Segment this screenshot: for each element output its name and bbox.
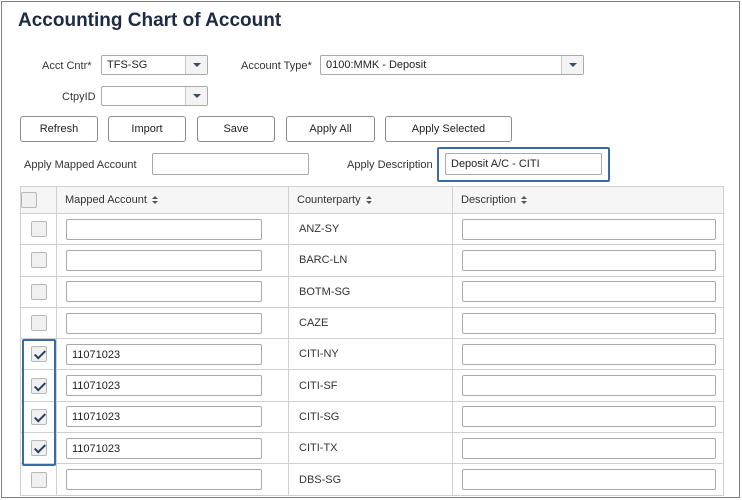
counterparty-cell: CITI-SG [288, 400, 453, 434]
apply-description-label: Apply Description [347, 159, 433, 171]
account-type-label: Account Type* [241, 60, 312, 72]
apply-selected-button[interactable]: Apply Selected [385, 116, 512, 142]
description-input[interactable] [462, 469, 716, 491]
table-header-row: Mapped Account Counterparty Description [20, 186, 724, 214]
apply-description-input[interactable]: Deposit A/C - CITI [445, 153, 602, 175]
header-counterparty[interactable]: Counterparty [288, 186, 453, 214]
table-row: BOTM-SG [20, 275, 724, 308]
acct-cntr-label: Acct Cntr* [42, 60, 92, 72]
select-all-cell [20, 186, 57, 214]
counterparty-cell: CAZE [288, 306, 453, 340]
account-mapping-table: Mapped Account Counterparty Description [20, 186, 724, 496]
ctpyid-label: CtpyID [62, 91, 96, 103]
description-input[interactable] [462, 375, 716, 397]
description-input[interactable] [462, 406, 716, 428]
counterparty-cell: CITI-TX [288, 432, 453, 465]
app-window: Accounting Chart of Account Acct Cntr* T… [1, 1, 740, 498]
mapped-account-input[interactable] [66, 249, 262, 271]
table-row: CAZE [20, 306, 724, 340]
counterparty-cell: DBS-SG [288, 463, 453, 496]
counterparty-cell: BOTM-SG [288, 275, 453, 308]
row-checkbox[interactable] [30, 252, 47, 269]
table-row: 11071023 CITI-SF [20, 369, 724, 402]
table-row: ANZ-SY [20, 212, 724, 246]
description-input[interactable] [462, 437, 716, 459]
description-input[interactable] [462, 218, 716, 240]
mapped-account-input[interactable]: 11071023 [66, 437, 262, 459]
counterparty-cell: CITI-NY [288, 338, 453, 371]
select-all-checkbox[interactable] [21, 192, 37, 208]
account-type-value: 0100:MMK - Deposit [326, 59, 427, 71]
table-row: 11071023 CITI-TX [20, 432, 724, 465]
header-counterparty-label: Counterparty [297, 194, 361, 206]
mapped-account-input[interactable] [66, 218, 262, 240]
page-title: Accounting Chart of Account [18, 10, 282, 31]
header-description[interactable]: Description [452, 186, 724, 214]
save-button[interactable]: Save [197, 116, 275, 142]
counterparty-cell: ANZ-SY [288, 212, 453, 246]
checked-rows-highlight-box [22, 339, 56, 466]
mapped-account-input[interactable]: 11071023 [66, 343, 262, 365]
sort-icon[interactable] [151, 195, 158, 205]
acct-cntr-select[interactable]: TFS-SG [101, 55, 208, 75]
mapped-account-input[interactable] [66, 312, 262, 334]
counterparty-cell: BARC-LN [288, 244, 453, 277]
apply-mapped-account-label: Apply Mapped Account [24, 159, 137, 171]
table-row: 11071023 CITI-SG [20, 400, 724, 434]
description-input[interactable] [462, 249, 716, 271]
description-input[interactable] [462, 281, 716, 303]
mapped-account-input[interactable]: 11071023 [66, 375, 262, 397]
ctpyid-select[interactable] [101, 86, 208, 106]
table-row: DBS-SG [20, 463, 724, 496]
sort-icon[interactable] [521, 195, 528, 205]
account-type-select[interactable]: 0100:MMK - Deposit [320, 55, 584, 75]
refresh-button[interactable]: Refresh [20, 116, 98, 142]
header-mapped-account-label: Mapped Account [65, 194, 147, 206]
description-input[interactable] [462, 343, 716, 365]
row-checkbox[interactable] [30, 283, 47, 300]
mapped-account-input[interactable] [66, 281, 262, 303]
mapped-account-input[interactable]: 11071023 [66, 406, 262, 428]
chevron-down-icon[interactable] [185, 87, 207, 105]
chevron-down-icon[interactable] [185, 56, 207, 74]
counterparty-cell: CITI-SF [288, 369, 453, 402]
sort-icon[interactable] [365, 195, 372, 205]
row-checkbox[interactable] [30, 471, 47, 488]
table-row: BARC-LN [20, 244, 724, 277]
header-mapped-account[interactable]: Mapped Account [56, 186, 289, 214]
row-checkbox[interactable] [30, 315, 47, 332]
header-description-label: Description [461, 194, 517, 206]
mapped-account-input[interactable] [66, 469, 262, 491]
description-input[interactable] [462, 312, 716, 334]
row-checkbox[interactable] [30, 221, 47, 238]
apply-mapped-account-input[interactable] [152, 153, 309, 175]
chevron-down-icon[interactable] [561, 56, 583, 74]
acct-cntr-value: TFS-SG [107, 59, 148, 71]
import-button[interactable]: Import [108, 116, 186, 142]
table-row: 11071023 CITI-NY [20, 338, 724, 371]
apply-all-button[interactable]: Apply All [286, 116, 375, 142]
